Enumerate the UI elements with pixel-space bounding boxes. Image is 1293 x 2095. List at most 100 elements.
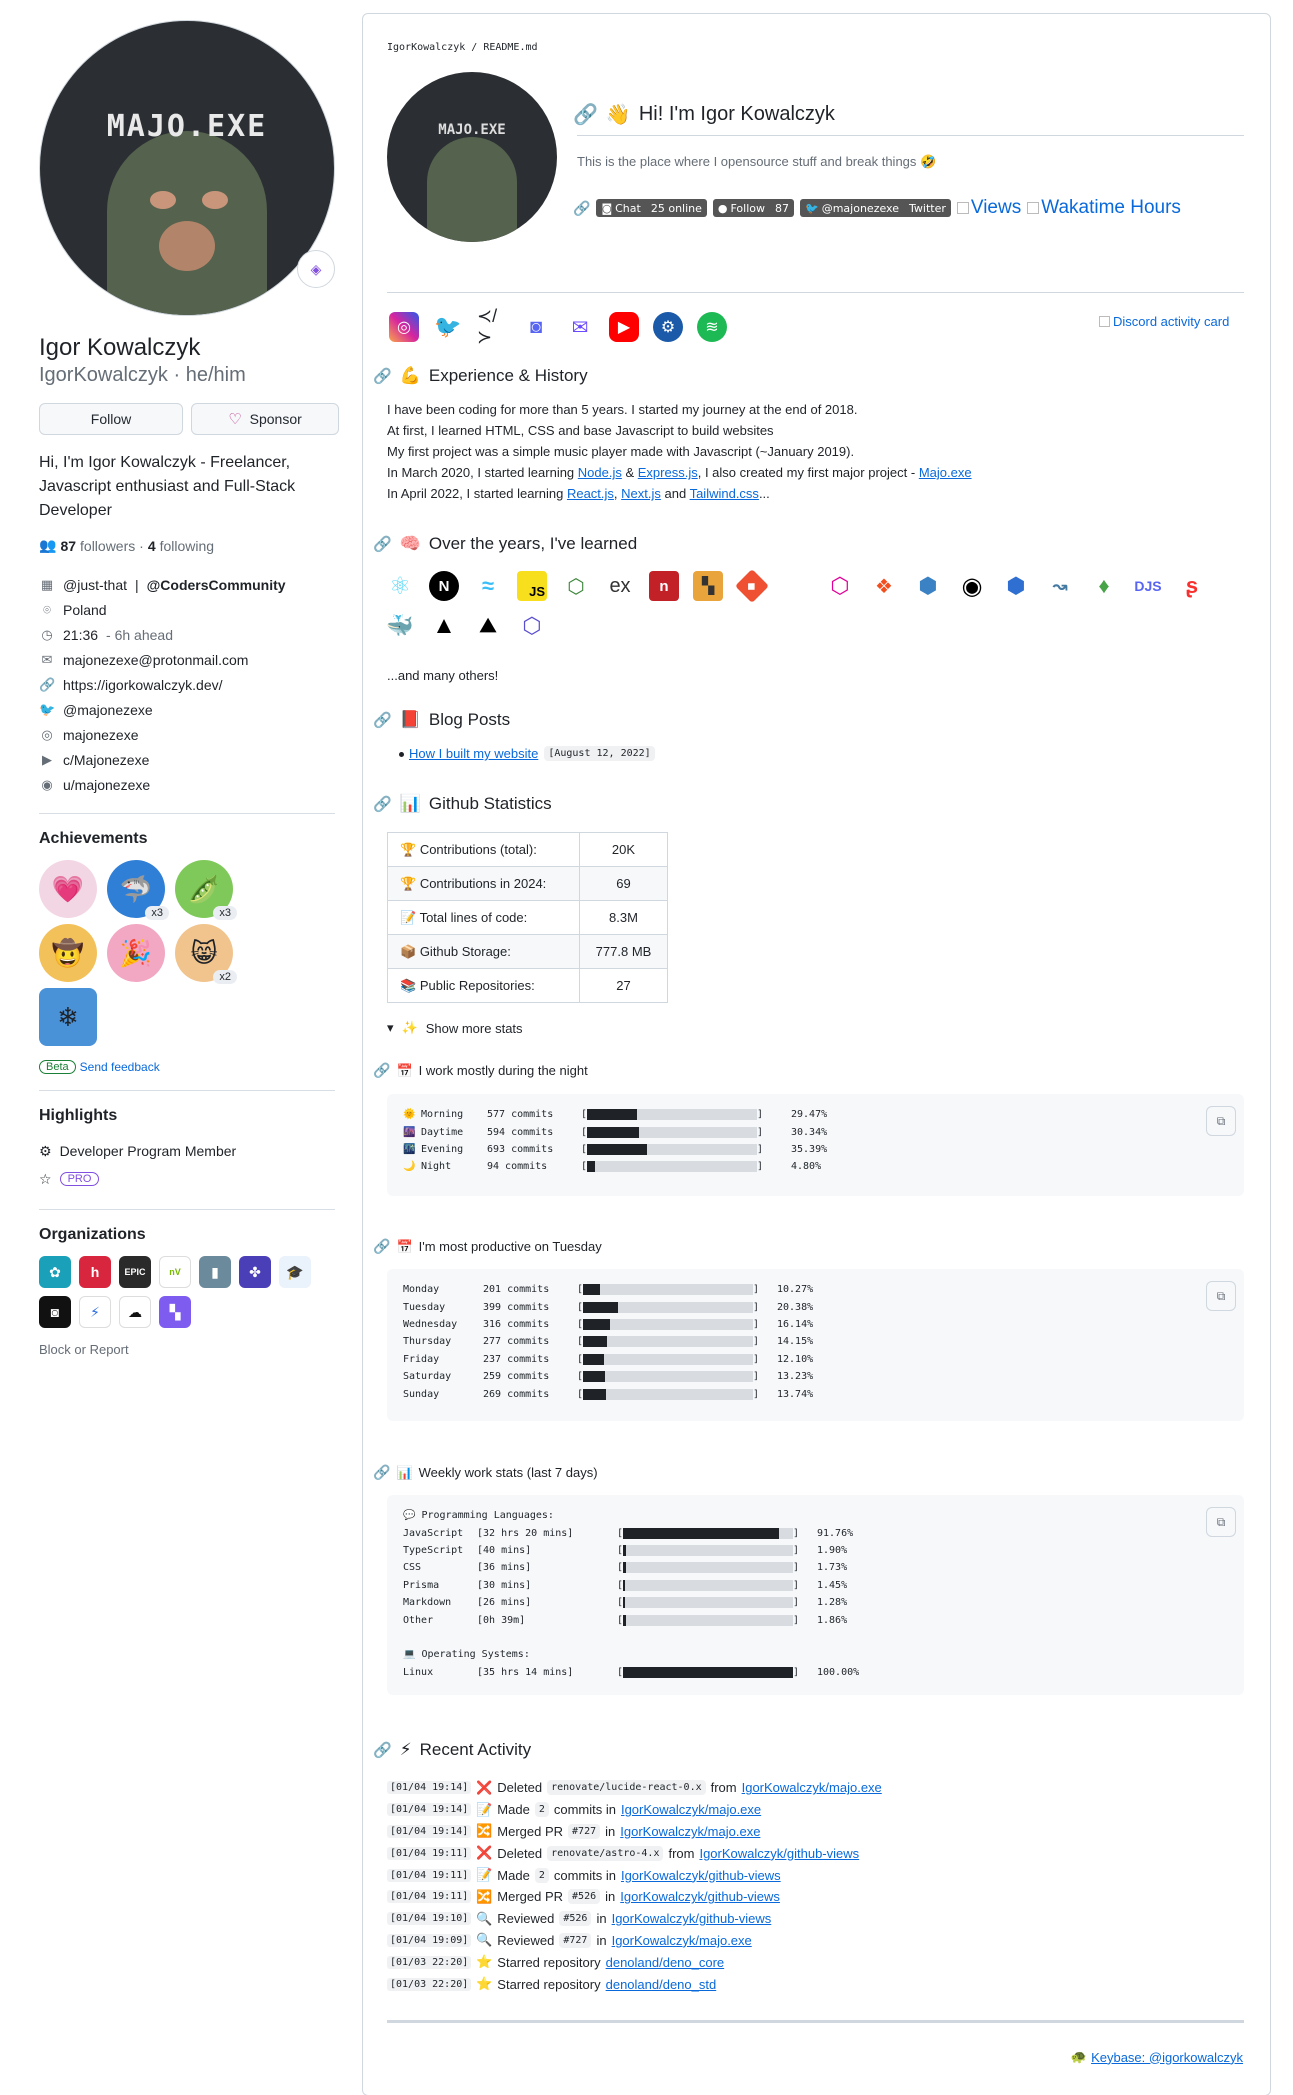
keybase-link[interactable]: Keybase: @igorkowalczyk	[1091, 2050, 1243, 2065]
org-bolt-icon[interactable]: ⚡	[79, 1296, 111, 1328]
blog-post-link[interactable]: How I built my website	[409, 746, 538, 761]
sponsor-button[interactable]: ♡ Sponsor	[191, 403, 339, 435]
org-epic-games-icon[interactable]: EPIC	[119, 1256, 151, 1288]
views-image[interactable]: Views	[956, 197, 1021, 219]
website-link[interactable]: https://igorkowalczyk.dev/	[63, 677, 223, 693]
activity-repo-link[interactable]: IgorKowalczyk/majo.exe	[612, 1933, 752, 1948]
activity-repo-link[interactable]: IgorKowalczyk/majo.exe	[620, 1824, 760, 1839]
github-follow-badge[interactable]: ● Follow 87	[712, 199, 795, 217]
followers-count[interactable]: 87	[60, 538, 76, 554]
nextjs-link[interactable]: Next.js	[621, 486, 661, 501]
show-more-stats-toggle[interactable]: ▾ ✨ Show more stats	[387, 1020, 523, 1036]
nodejs-icon[interactable]: ⬡	[561, 571, 591, 601]
followers-label[interactable]: followers ·	[80, 538, 144, 554]
anchor-link-icon[interactable]: 🔗	[573, 200, 590, 217]
activity-code[interactable]: #727	[559, 1932, 592, 1948]
following-count[interactable]: 4	[148, 538, 156, 554]
activity-repo-link[interactable]: denoland/deno_std	[606, 1977, 717, 1992]
arctic-achievement-icon[interactable]: ❄	[39, 988, 97, 1046]
box-icon[interactable]: ⬢	[913, 571, 943, 601]
blank-icon[interactable]	[781, 571, 811, 601]
discord-chat-badge[interactable]: ◙ Chat 25 online	[596, 199, 707, 217]
anchor-link-icon[interactable]: 🔗	[573, 102, 598, 127]
figma-icon[interactable]: ❖	[869, 571, 899, 601]
reddit-link[interactable]: u/majonezexe	[63, 777, 150, 793]
org-avatar-1[interactable]: ✿	[39, 1256, 71, 1288]
anchor-link-icon[interactable]: 🔗	[373, 1062, 390, 1079]
spotify-icon[interactable]: ≋	[697, 312, 727, 342]
activity-repo-link[interactable]: IgorKowalczyk/github-views	[699, 1846, 859, 1861]
yolo-achievement-icon[interactable]: 🎉	[107, 924, 165, 982]
anchor-link-icon[interactable]: 🔗	[373, 367, 392, 385]
org-avatar-2[interactable]: h	[79, 1256, 111, 1288]
grid-icon[interactable]: ▚	[693, 571, 723, 601]
developer-program-label[interactable]: Developer Program Member	[60, 1143, 237, 1159]
anchor-link-icon[interactable]: 🔗	[373, 1741, 392, 1759]
tailwind-link[interactable]: Tailwind.css	[690, 486, 759, 501]
readme-breadcrumb[interactable]: IgorKowalczyk / README.md	[387, 42, 538, 53]
anchor-link-icon[interactable]: 🔗	[373, 535, 392, 553]
activity-repo-link[interactable]: IgorKowalczyk/majo.exe	[742, 1780, 882, 1795]
majo-exe-link[interactable]: Majo.exe	[919, 465, 972, 480]
following-label[interactable]: following	[160, 538, 214, 554]
wakatime-image[interactable]: Wakatime Hours	[1027, 197, 1181, 219]
quickdraw-achievement-icon[interactable]: 😸 x2	[175, 924, 237, 984]
anchor-link-icon[interactable]: 🔗	[373, 1464, 390, 1481]
protonmail-icon[interactable]: ✉	[565, 312, 595, 342]
vercel-icon[interactable]: ▲	[429, 611, 459, 641]
anchor-link-icon[interactable]: 🔗	[373, 711, 392, 729]
prisma-icon[interactable]: ⬡	[517, 611, 547, 641]
twitter-link[interactable]: @majonezexe	[63, 702, 153, 718]
activity-repo-link[interactable]: denoland/deno_core	[606, 1955, 725, 1970]
discord-icon[interactable]: ◙	[521, 312, 551, 342]
ring-icon[interactable]: ◉	[957, 571, 987, 601]
astro-icon[interactable]: ⛰	[473, 611, 503, 641]
youtube-icon[interactable]: ▶	[609, 312, 639, 342]
youtube-link[interactable]: c/Majonezexe	[63, 752, 149, 768]
org-avatar-11[interactable]: ▚	[159, 1296, 191, 1328]
c-sharp-icon[interactable]: ⬢	[1001, 571, 1031, 601]
copy-button[interactable]: ⧉	[1206, 1106, 1236, 1136]
nodejs-link[interactable]: Node.js	[578, 465, 622, 480]
org-cloud-icon[interactable]: ☁	[119, 1296, 151, 1328]
javascript-icon[interactable]: JS	[517, 571, 547, 601]
copy-button[interactable]: ⧉	[1206, 1281, 1236, 1311]
docker-icon[interactable]: 🐳	[385, 611, 415, 641]
twitter-badge[interactable]: 🐦 @majonezexe Twitter	[800, 199, 951, 217]
express-icon[interactable]: ex	[605, 571, 635, 601]
activity-code[interactable]: #526	[559, 1911, 592, 1927]
nextjs-icon[interactable]: N	[429, 571, 459, 601]
email-link[interactable]: majonezexe@protonmail.com	[63, 652, 248, 668]
instagram-icon[interactable]: ◎	[389, 312, 419, 342]
react-icon[interactable]: ⚛	[385, 571, 415, 601]
svelte-icon[interactable]: ʂ	[1177, 571, 1207, 601]
activity-repo-link[interactable]: IgorKowalczyk/github-views	[612, 1911, 772, 1926]
pea-pod-achievement-icon[interactable]: 🫛 x3	[175, 860, 237, 920]
org-handle-2[interactable]: @CodersCommunity	[147, 577, 286, 593]
status-emoji-button[interactable]: ◈	[297, 250, 335, 288]
send-feedback-link[interactable]: Send feedback	[80, 1060, 160, 1074]
achievements-heading[interactable]: Achievements	[39, 830, 339, 848]
shark-achievement-icon[interactable]: 🦈 x3	[107, 860, 169, 920]
heart-achievement-icon[interactable]: 💗	[39, 860, 97, 918]
org-nvidia-icon[interactable]: nV	[159, 1256, 191, 1288]
block-or-report-link[interactable]: Block or Report	[39, 1342, 339, 1357]
activity-repo-link[interactable]: IgorKowalczyk/github-views	[621, 1868, 781, 1883]
anchor-link-icon[interactable]: 🔗	[373, 795, 392, 813]
npm-icon[interactable]: n	[649, 571, 679, 601]
git-icon[interactable]: ◆	[735, 569, 769, 603]
tailwind-icon[interactable]: ≈	[473, 571, 503, 601]
expressjs-link[interactable]: Express.js	[638, 465, 698, 480]
mongodb-icon[interactable]: ♦	[1089, 571, 1119, 601]
org-graduation-icon[interactable]: 🎓	[279, 1256, 311, 1288]
activity-code[interactable]: #727	[568, 1823, 601, 1839]
instagram-link[interactable]: majonezexe	[63, 727, 139, 743]
discordjs-icon[interactable]: DJS	[1133, 571, 1163, 601]
org-avatar-5[interactable]: ▮	[199, 1256, 231, 1288]
mysql-icon[interactable]: ↝	[1045, 571, 1075, 601]
discord-activity-card[interactable]: Discord activity card	[1099, 314, 1229, 329]
graphql-icon[interactable]: ⬡	[825, 571, 855, 601]
anchor-link-icon[interactable]: 🔗	[373, 1238, 390, 1255]
activity-repo-link[interactable]: IgorKowalczyk/github-views	[620, 1889, 780, 1904]
reactjs-link[interactable]: React.js	[567, 486, 614, 501]
